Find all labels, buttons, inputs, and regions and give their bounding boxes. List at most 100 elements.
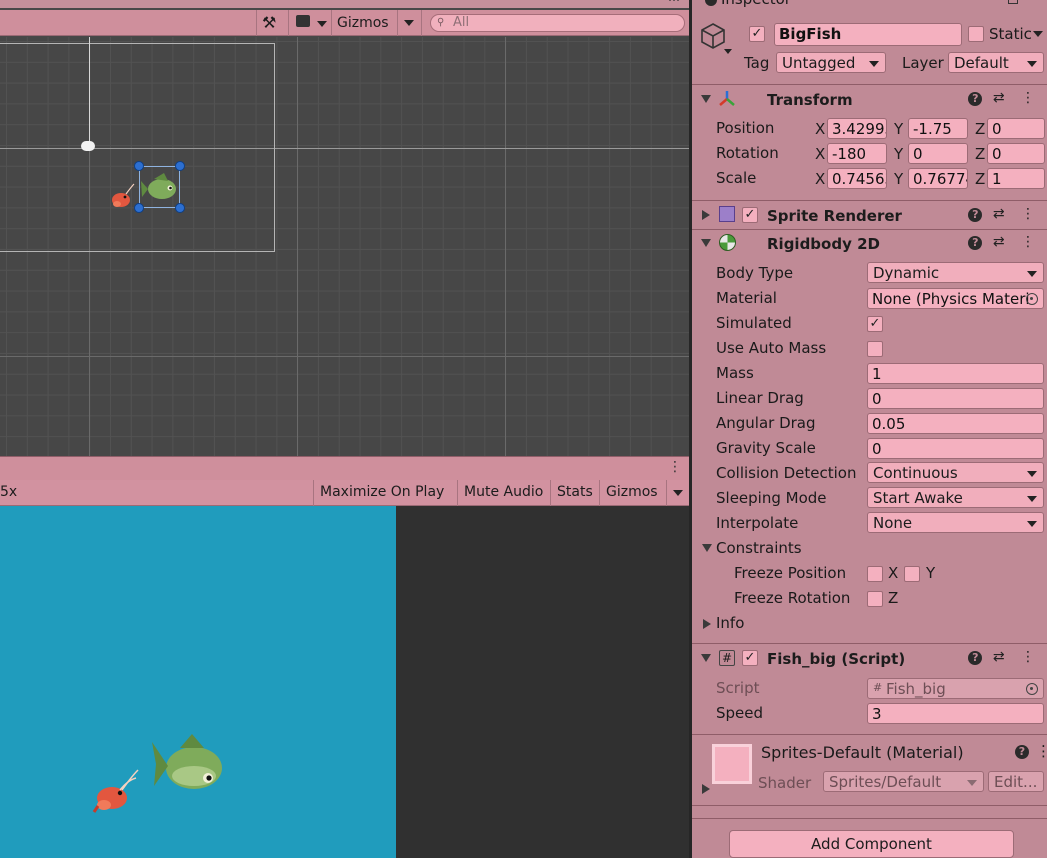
- sprite-renderer-foldout[interactable]: [702, 210, 710, 220]
- freeze-rotation-z-checkbox[interactable]: [867, 591, 883, 607]
- material-label: Material: [716, 289, 777, 307]
- camera-dropdown-icon[interactable]: [317, 21, 327, 27]
- inspector-tab-title[interactable]: Inspector: [721, 0, 791, 8]
- sleeping-mode-dropdown[interactable]: Start Awake: [867, 487, 1044, 508]
- linear-drag-field[interactable]: 0: [867, 388, 1044, 409]
- sprite-renderer-enabled-checkbox[interactable]: ✓: [742, 207, 758, 223]
- scene-view[interactable]: ⋯ ⚒ Gizmos ⚲ All: [0, 0, 689, 456]
- interpolate-dropdown[interactable]: None: [867, 512, 1044, 533]
- game-scale-label[interactable]: 5x: [0, 484, 17, 500]
- collision-detection-dropdown[interactable]: Continuous: [867, 462, 1044, 483]
- transform-title[interactable]: Transform: [767, 91, 853, 109]
- static-dropdown-icon[interactable]: [1033, 31, 1043, 37]
- toolbar-separator: [666, 480, 667, 506]
- game-canvas[interactable]: [0, 506, 396, 858]
- scale-label: Scale: [716, 169, 757, 187]
- freeze-position-y-checkbox[interactable]: [904, 566, 920, 582]
- rotation-y-field[interactable]: 0: [908, 143, 968, 164]
- grid-major-line: [297, 37, 298, 456]
- mute-audio-toggle[interactable]: Mute Audio: [464, 484, 543, 500]
- icon-dropdown-icon[interactable]: [724, 49, 732, 54]
- divider: [692, 229, 1047, 230]
- freeze-position-x-checkbox[interactable]: [867, 566, 883, 582]
- toolbar-separator: [457, 480, 458, 506]
- freeze-position-y-label: Y: [926, 564, 936, 582]
- body-type-dropdown[interactable]: Dynamic: [867, 262, 1044, 283]
- scene-toolbar: ⚒ Gizmos ⚲ All: [0, 10, 689, 36]
- camera-icon[interactable]: [296, 15, 310, 27]
- inspector-panel: Inspector ✓ BigFish Static Tag Untagged …: [692, 0, 1047, 858]
- toolbar-separator: [313, 480, 314, 506]
- selection-handle[interactable]: [175, 161, 185, 171]
- rigidbody-header-icons[interactable]: ? ⇄ ⋮: [968, 234, 1041, 250]
- transform-header-icons[interactable]: ? ⇄ ⋮: [968, 90, 1041, 106]
- scene-gizmos-button[interactable]: Gizmos: [337, 15, 389, 31]
- material-help-icon[interactable]: ?: [1015, 745, 1029, 759]
- material-context-menu-icon[interactable]: ⋮: [1036, 742, 1047, 760]
- script-title[interactable]: Fish_big (Script): [767, 650, 905, 668]
- shader-dropdown[interactable]: Sprites/Default: [823, 771, 984, 792]
- angular-drag-field[interactable]: 0.05: [867, 413, 1044, 434]
- maximize-icon[interactable]: [1008, 0, 1018, 4]
- more-options-icon[interactable]: ⋯: [668, 0, 680, 7]
- maximize-on-play-toggle[interactable]: Maximize On Play: [320, 484, 444, 500]
- tag-dropdown[interactable]: Untagged: [776, 52, 886, 73]
- selection-handle[interactable]: [134, 203, 144, 213]
- constraints-foldout[interactable]: [702, 544, 712, 552]
- rotation-z-field[interactable]: 0: [987, 143, 1045, 164]
- axis-y-label: Y: [894, 170, 904, 188]
- selection-handle[interactable]: [175, 203, 185, 213]
- rigidbody-title[interactable]: Rigidbody 2D: [767, 235, 880, 253]
- stats-toggle[interactable]: Stats: [557, 484, 593, 500]
- info-foldout[interactable]: [703, 619, 711, 629]
- camera-gizmo-icon[interactable]: [81, 141, 95, 151]
- sprite-renderer-title[interactable]: Sprite Renderer: [767, 207, 902, 225]
- sprite-renderer-header-icons[interactable]: ? ⇄ ⋮: [968, 206, 1041, 222]
- position-y-field[interactable]: -1.75: [908, 118, 968, 139]
- game-more-options-icon[interactable]: ⋮: [668, 459, 682, 475]
- tools-icon[interactable]: ⚒: [262, 13, 276, 32]
- transform-foldout[interactable]: [701, 95, 711, 103]
- constraints-label[interactable]: Constraints: [716, 539, 802, 557]
- script-foldout[interactable]: [701, 654, 711, 662]
- use-auto-mass-checkbox[interactable]: [867, 341, 883, 357]
- speed-field[interactable]: 3: [867, 703, 1044, 724]
- add-component-button[interactable]: Add Component: [729, 830, 1014, 858]
- material-foldout[interactable]: [702, 784, 710, 794]
- scale-z-field[interactable]: 1: [987, 168, 1045, 189]
- scale-x-field[interactable]: 0.74563: [827, 168, 887, 189]
- scene-search-input[interactable]: ⚲ All: [430, 14, 685, 32]
- object-active-checkbox[interactable]: ✓: [749, 26, 765, 42]
- static-checkbox[interactable]: [968, 26, 984, 42]
- material-title[interactable]: Sprites-Default (Material): [761, 743, 964, 762]
- game-gizmos-dropdown-icon[interactable]: [673, 490, 683, 496]
- interpolate-label: Interpolate: [716, 514, 799, 532]
- gizmos-dropdown-icon[interactable]: [404, 20, 414, 26]
- position-z-field[interactable]: 0: [987, 118, 1045, 139]
- gravity-scale-label: Gravity Scale: [716, 439, 816, 457]
- layer-dropdown[interactable]: Default: [948, 52, 1044, 73]
- script-enabled-checkbox[interactable]: ✓: [742, 650, 758, 666]
- gameobject-cube-icon: [701, 23, 725, 49]
- script-header-icons[interactable]: ? ⇄ ⋮: [968, 649, 1041, 665]
- simulated-checkbox[interactable]: ✓: [867, 316, 883, 332]
- object-name-field[interactable]: BigFish: [774, 23, 962, 46]
- scene-tab-strip: ⋯: [0, 0, 689, 8]
- bigfish-selection[interactable]: [134, 161, 185, 213]
- shader-edit-button[interactable]: Edit...: [988, 771, 1044, 792]
- sleeping-mode-label: Sleeping Mode: [716, 489, 827, 507]
- presets-icon: ⇄: [992, 649, 1011, 665]
- info-label[interactable]: Info: [716, 614, 744, 632]
- selection-handle[interactable]: [134, 161, 144, 171]
- scale-y-field[interactable]: 0.76774: [908, 168, 968, 189]
- rotation-x-field[interactable]: -180: [827, 143, 887, 164]
- gravity-scale-field[interactable]: 0: [867, 438, 1044, 459]
- scene-grid[interactable]: [0, 37, 689, 456]
- game-gizmos-button[interactable]: Gizmos: [606, 484, 658, 500]
- layer-label: Layer: [902, 54, 944, 72]
- physics-material-field[interactable]: None (Physics Materi: [867, 288, 1044, 309]
- shrimp-sprite[interactable]: [108, 182, 136, 212]
- position-x-field[interactable]: 3.42995: [827, 118, 887, 139]
- rigidbody-foldout[interactable]: [701, 239, 711, 247]
- mass-field[interactable]: 1: [867, 363, 1044, 384]
